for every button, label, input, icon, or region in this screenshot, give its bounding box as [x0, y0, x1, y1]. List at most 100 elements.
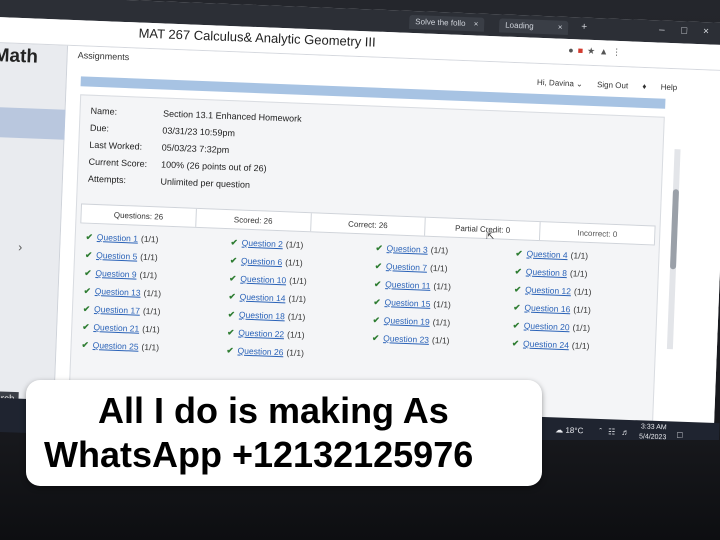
question-score: (1/1) — [286, 329, 305, 341]
last-worked-date: 05/03/23 7:32pm — [161, 142, 230, 156]
user-menu: Hi, Davina ⌄ Sign Out ♦ Help — [537, 78, 689, 93]
question-link[interactable]: Question 9 — [95, 268, 136, 280]
question-link[interactable]: Question 19 — [384, 315, 430, 327]
question-column: ✔ Question 1 (1/1) ✔ Question 5 (1/1) ✔ Questio… — [81, 232, 226, 363]
question-link[interactable]: Question 20 — [524, 321, 570, 333]
info-score: Current Score: 100% (26 points out of 26… — [88, 157, 266, 174]
window-close-icon[interactable]: × — [703, 26, 709, 37]
question-link[interactable]: Question 4 — [526, 249, 567, 261]
question-score: (1/1) — [433, 299, 452, 310]
sidebar-active-item[interactable] — [0, 105, 66, 140]
question-score: (1/1) — [431, 334, 450, 346]
page-scrollbar[interactable] — [666, 149, 681, 350]
assignment-name: Section 13.1 Enhanced Homework — [162, 108, 302, 124]
check-icon: ✔ — [227, 309, 236, 320]
weather-widget[interactable]: ☁ 18°C — [555, 425, 583, 435]
question-link[interactable]: Question 12 — [525, 285, 571, 297]
caption-line-2: WhatsApp +12132125976 — [44, 434, 474, 475]
menu-icon[interactable]: ⋮ — [612, 47, 625, 57]
question-column: ✔ Question 2 (1/1) ✔ Question 6 (1/1) ✔ Questio… — [226, 237, 371, 368]
question-link[interactable]: Question 24 — [523, 338, 569, 350]
question-link[interactable]: Question 26 — [237, 346, 283, 358]
question-link[interactable]: Question 3 — [386, 243, 427, 255]
check-icon: ✔ — [227, 327, 235, 338]
app-logo: Math — [0, 44, 39, 68]
question-link[interactable]: Question 18 — [239, 310, 285, 322]
question-score: (1/1) — [284, 257, 303, 268]
sign-out-link[interactable]: Sign Out — [597, 80, 628, 90]
tab-assignments[interactable]: Assignments — [78, 50, 130, 62]
check-icon: ✔ — [226, 345, 234, 356]
info-due: Due: 03/31/23 10:59pm — [90, 123, 235, 139]
new-tab-button[interactable]: + — [581, 21, 587, 32]
browser-extension-icons: ●■★▲⋮ — [568, 45, 625, 58]
current-score: 100% (26 points out of 26) — [160, 159, 267, 174]
question-link[interactable]: Question 5 — [96, 250, 137, 262]
tab-close-icon[interactable]: × — [474, 19, 479, 28]
extension-icon[interactable]: ■ — [578, 45, 588, 55]
question-link[interactable]: Question 13 — [95, 286, 141, 298]
due-label: Due: — [89, 122, 110, 134]
bell-icon[interactable]: ♦ — [642, 82, 646, 91]
scrollbar-thumb[interactable] — [669, 189, 680, 270]
check-icon: ✔ — [84, 249, 93, 260]
question-score: (1/1) — [289, 275, 307, 287]
puzzle-icon[interactable]: ▲ — [599, 46, 612, 56]
question-link[interactable]: Question 16 — [524, 303, 570, 315]
check-icon: ✔ — [81, 339, 89, 350]
system-tray-icons[interactable]: ˆ ☷ ♬ — [599, 427, 632, 437]
check-icon: ✔ — [228, 291, 236, 302]
browser-tab-solve[interactable]: Solve the follo × — [408, 14, 485, 32]
tab-close-icon[interactable]: × — [558, 23, 563, 32]
check-icon: ✔ — [85, 231, 94, 242]
question-link[interactable]: Question 21 — [93, 322, 139, 334]
question-link[interactable]: Question 7 — [386, 261, 427, 273]
question-link[interactable]: Question 25 — [93, 340, 139, 352]
question-link[interactable]: Question 10 — [240, 274, 286, 286]
question-link[interactable]: Question 15 — [384, 297, 430, 309]
question-score: (1/1) — [570, 250, 589, 261]
stat-correct: Correct: 26 — [310, 213, 427, 236]
question-link[interactable]: Question 6 — [241, 256, 282, 268]
bookmark-icon[interactable]: ★ — [587, 46, 599, 56]
caption-line-1: All I do is making As — [98, 390, 449, 431]
question-score: (1/1) — [433, 281, 452, 292]
question-link[interactable]: Question 23 — [383, 333, 429, 345]
user-greeting[interactable]: Hi, Davina ⌄ — [537, 78, 583, 89]
check-icon: ✔ — [375, 242, 383, 254]
check-icon: ✔ — [229, 255, 238, 266]
check-icon: ✔ — [229, 273, 237, 284]
stat-partial-credit: Partial Credit: 0 — [425, 217, 541, 241]
question-score: (1/1) — [143, 287, 162, 299]
stat-scored: Scored: 26 — [196, 208, 312, 232]
minimize-icon[interactable]: – — [659, 24, 665, 35]
question-link[interactable]: Question 8 — [526, 267, 567, 279]
maximize-icon[interactable]: □ — [681, 25, 687, 36]
attempts-value: Unlimited per question — [160, 176, 251, 190]
question-link[interactable]: Question 11 — [385, 279, 431, 291]
browser-tab-loading[interactable]: Loading × — [498, 18, 569, 35]
chevron-right-icon[interactable]: › — [18, 240, 23, 254]
question-score: (1/1) — [573, 286, 592, 298]
question-link[interactable]: Question 22 — [238, 328, 284, 340]
question-score: (1/1) — [432, 317, 451, 328]
question-link[interactable]: Question 2 — [242, 238, 283, 250]
check-icon: ✔ — [84, 267, 92, 278]
mouse-cursor-icon: ⇱ — [485, 230, 495, 243]
notification-icon[interactable]: □ — [677, 430, 683, 440]
question-score: (1/1) — [140, 251, 158, 263]
question-column: ✔ Question 4 (1/1) ✔ Question 8 (1/1) ✔ Questio… — [512, 248, 656, 361]
question-link[interactable]: Question 1 — [97, 232, 138, 244]
browser-tab-label: Loading — [505, 20, 534, 31]
last-worked-label: Last Worked: — [89, 139, 143, 152]
question-score: (1/1) — [142, 323, 160, 335]
question-score: (1/1) — [572, 322, 591, 334]
check-icon: ✔ — [372, 314, 381, 325]
check-icon: ✔ — [514, 266, 523, 277]
question-link[interactable]: Question 14 — [240, 292, 286, 304]
help-link[interactable]: Help — [661, 83, 678, 93]
check-icon: ✔ — [515, 248, 523, 259]
check-icon: ✔ — [83, 285, 92, 296]
check-icon: ✔ — [513, 302, 521, 313]
question-link[interactable]: Question 17 — [94, 304, 140, 316]
